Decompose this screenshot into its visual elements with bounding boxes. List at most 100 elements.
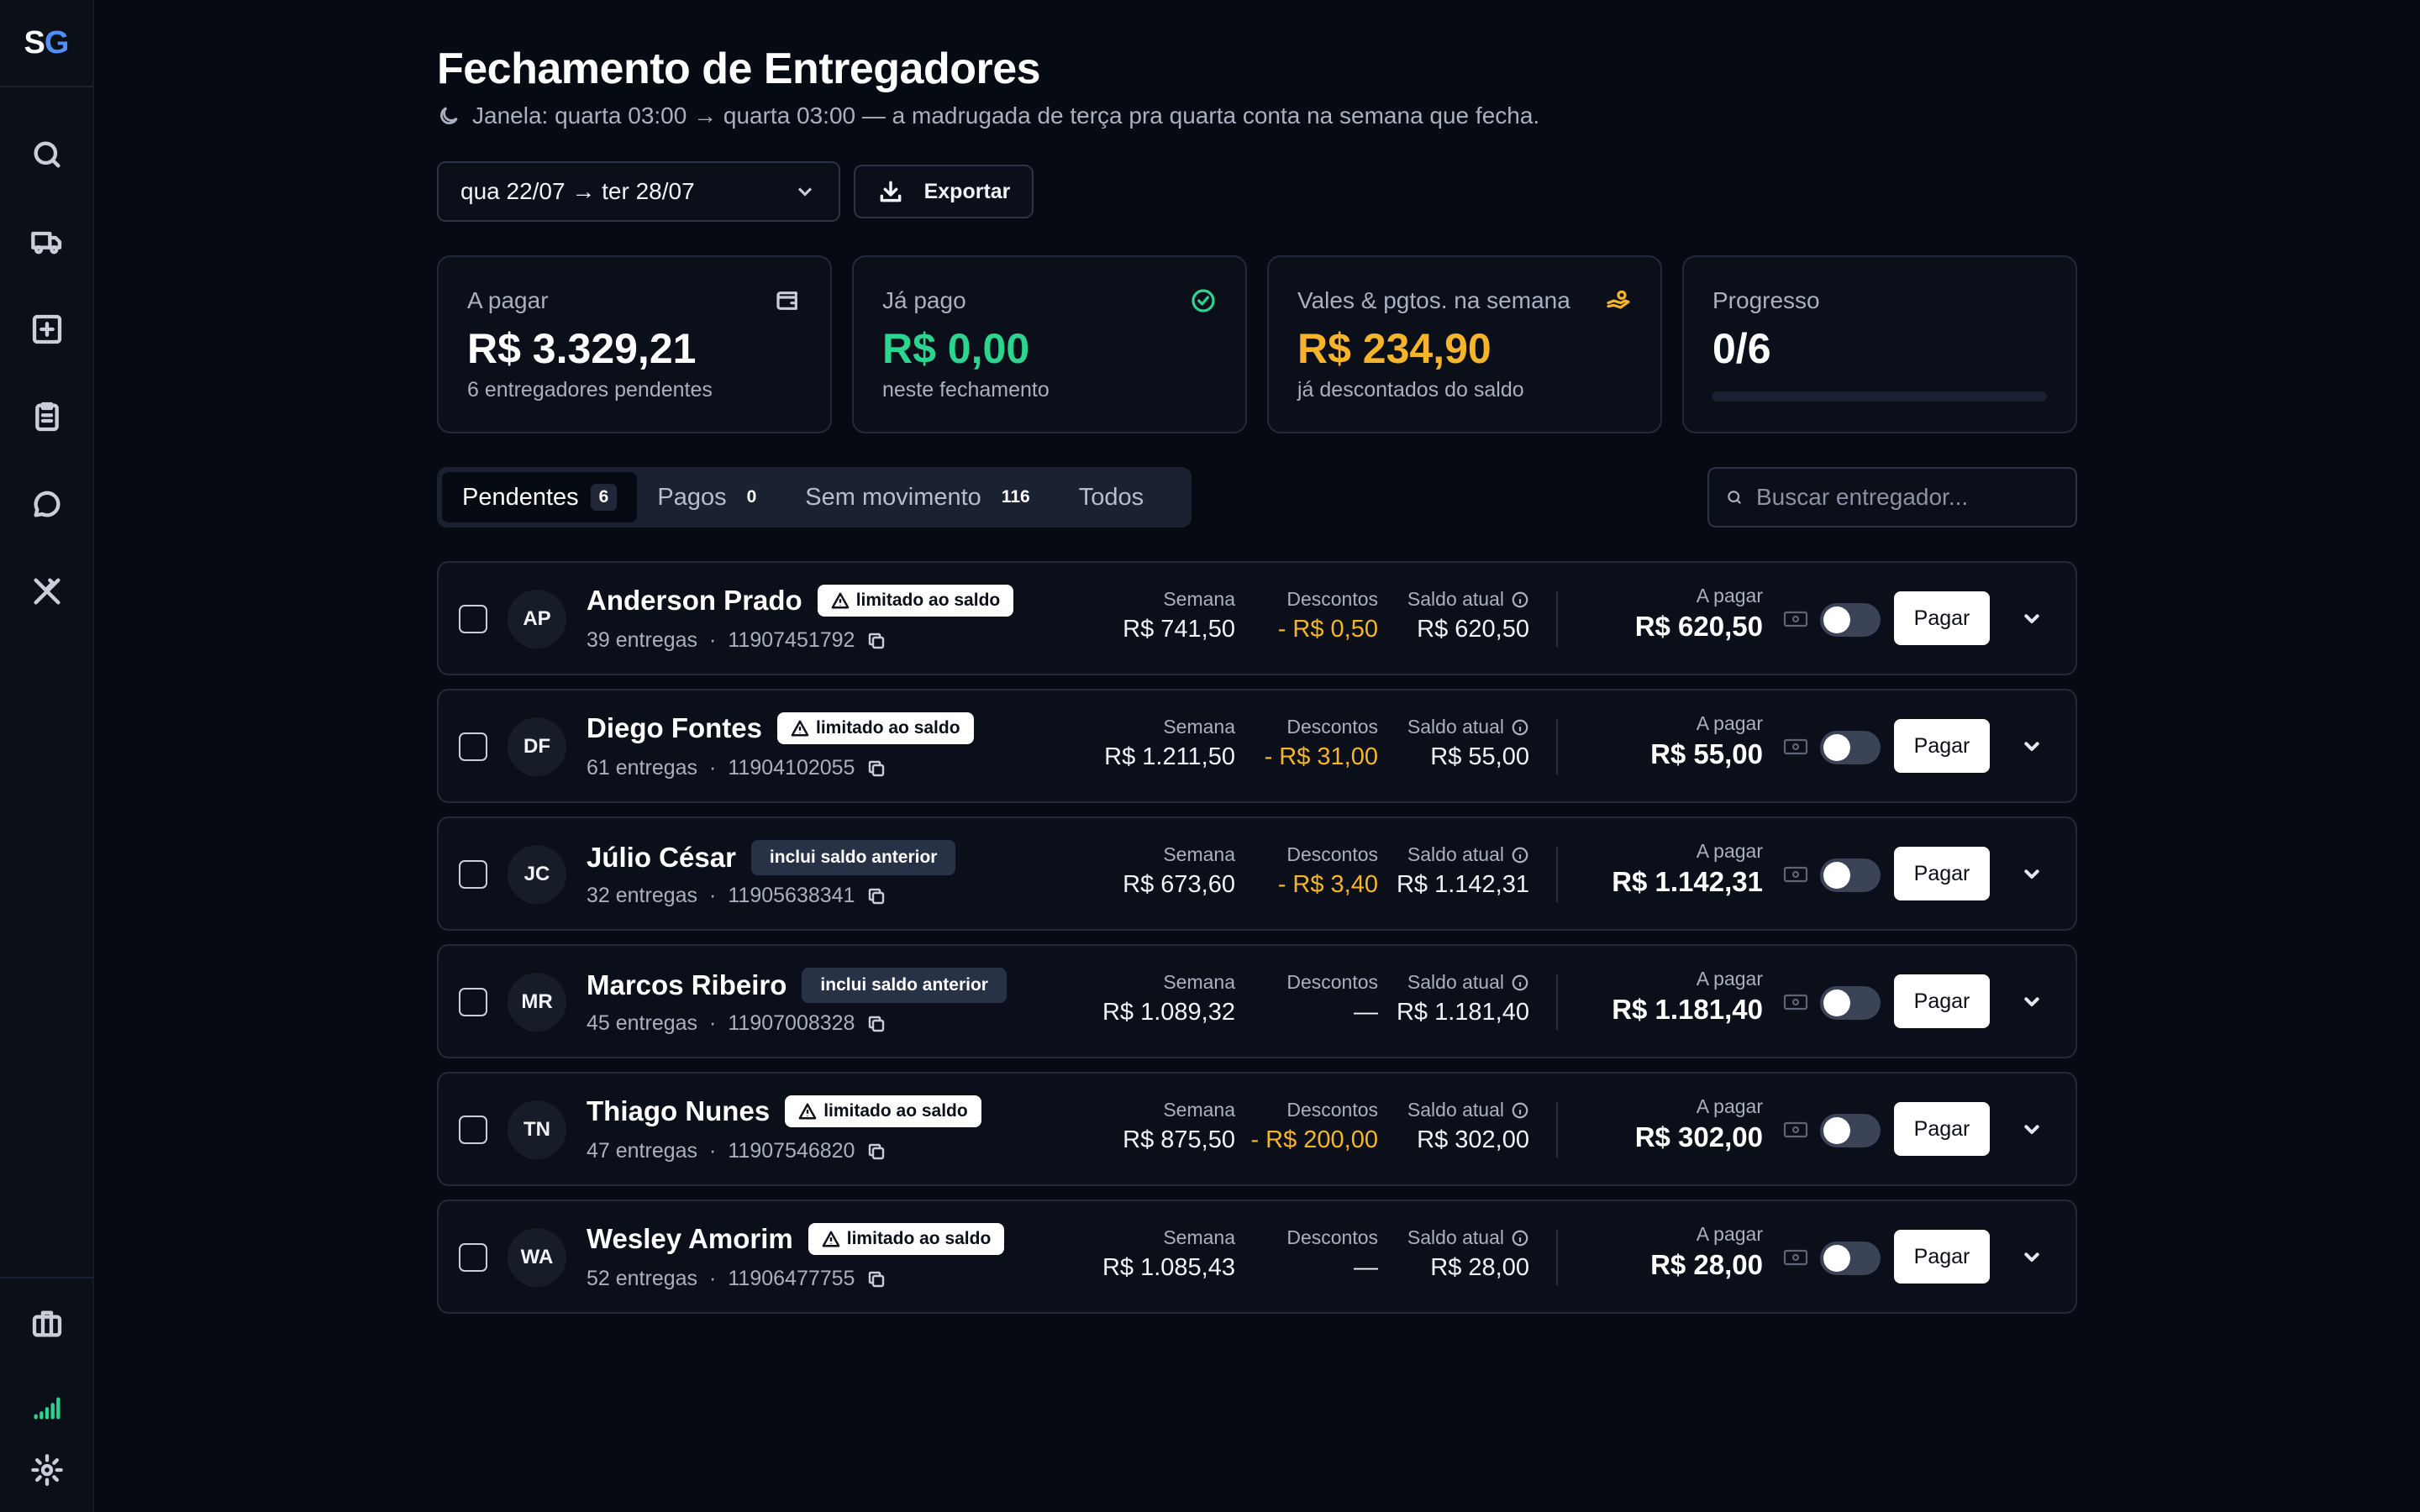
info-icon[interactable] — [1511, 1229, 1529, 1247]
tab-pendentes[interactable]: Pendentes 6 — [442, 472, 638, 522]
col-semana: Semana R$ 741,50 — [1123, 588, 1235, 643]
nav-restaurant[interactable] — [0, 564, 94, 618]
cash-toggle[interactable] — [1820, 1114, 1881, 1147]
stat-sub: 6 entregadores pendentes — [467, 378, 713, 402]
semana-label: Semana — [1163, 588, 1235, 610]
truck-icon — [31, 231, 62, 255]
saldo-value: R$ 55,00 — [1430, 743, 1529, 770]
row-checkbox[interactable] — [459, 1116, 487, 1144]
status-badge: limitado ao saldo — [808, 1223, 1005, 1255]
delivery-count: 47 entregas — [587, 1139, 698, 1163]
info-icon[interactable] — [1511, 974, 1529, 992]
info-icon[interactable] — [1511, 718, 1529, 737]
a-pagar-value: R$ 620,50 — [1634, 611, 1763, 642]
delivery-count: 52 entregas — [587, 1267, 698, 1290]
row-checkbox[interactable] — [459, 860, 487, 889]
expand-row-button[interactable] — [2018, 1243, 2045, 1270]
cash-toggle[interactable] — [1820, 858, 1881, 892]
copy-icon[interactable] — [866, 1142, 886, 1162]
nav-deliveries[interactable] — [0, 215, 94, 269]
toggle-knob — [1823, 990, 1850, 1016]
col-label: Saldo atual — [1407, 1226, 1529, 1249]
tab-todos[interactable]: Todos — [1059, 472, 1164, 522]
cash-toggle[interactable] — [1820, 1242, 1881, 1275]
a-pagar-label: A pagar — [1696, 840, 1763, 862]
semana-label: Semana — [1163, 971, 1235, 993]
tab-pagos[interactable]: Pagos 0 — [637, 472, 785, 522]
row-checkbox[interactable] — [459, 732, 487, 761]
copy-icon[interactable] — [866, 1014, 886, 1034]
pay-button[interactable]: Pagar — [1894, 974, 1990, 1028]
copy-icon[interactable] — [866, 759, 886, 779]
pay-button[interactable]: Pagar — [1894, 847, 1990, 900]
meta-separator: · — [709, 1011, 717, 1035]
search-input[interactable] — [1756, 484, 2059, 511]
courier-name: Marcos Ribeiro — [587, 969, 787, 1000]
copy-icon[interactable] — [866, 1269, 886, 1289]
info-icon[interactable] — [1511, 846, 1529, 864]
semana-value: R$ 1.085,43 — [1102, 1254, 1235, 1281]
info-icon[interactable] — [1511, 591, 1529, 609]
subtitle-text: Janela: quarta 03:00 → quarta 03:00 — a … — [472, 102, 1540, 129]
sidebar-divider — [0, 1277, 94, 1278]
clipboard-icon — [35, 402, 59, 432]
cash-toggle[interactable] — [1820, 986, 1881, 1020]
semana-label: Semana — [1163, 1226, 1235, 1248]
cash-icon — [1783, 608, 1808, 630]
info-icon[interactable] — [1511, 1101, 1529, 1120]
delivery-count: 39 entregas — [587, 628, 698, 652]
col-label: Descontos — [1278, 588, 1378, 611]
status-badge: limitado ao saldo — [817, 585, 1014, 617]
semana-value: R$ 1.089,32 — [1102, 999, 1235, 1026]
tab-sem-movimento[interactable]: Sem movimento 116 — [785, 472, 1058, 522]
courier-name: Thiago Nunes — [587, 1095, 771, 1126]
status-badge: limitado ao saldo — [777, 712, 974, 744]
avatar: TN — [508, 1100, 566, 1159]
nav-status[interactable] — [0, 1379, 94, 1433]
nav-chat[interactable] — [0, 477, 94, 531]
expand-row-button[interactable] — [2018, 732, 2045, 759]
toggle-knob — [1823, 734, 1850, 761]
row-checkbox[interactable] — [459, 1243, 487, 1272]
col-label: Descontos — [1286, 971, 1378, 994]
date-range-select[interactable]: qua 22/07 → ter 28/07 — [437, 161, 840, 222]
expand-row-button[interactable] — [2018, 860, 2045, 887]
pay-button[interactable]: Pagar — [1894, 1102, 1990, 1156]
saldo-label: Saldo atual — [1407, 971, 1504, 993]
pay-button[interactable]: Pagar — [1894, 1230, 1990, 1284]
descontos-label: Descontos — [1286, 971, 1378, 993]
a-pagar-label: A pagar — [1696, 712, 1763, 734]
row-checkbox[interactable] — [459, 988, 487, 1016]
cash-toggle[interactable] — [1820, 731, 1881, 764]
row-checkbox[interactable] — [459, 605, 487, 633]
expand-row-button[interactable] — [2018, 988, 2045, 1015]
stat-sub: já descontados do saldo — [1297, 378, 1524, 402]
expand-row-button[interactable] — [2018, 605, 2045, 632]
export-button[interactable]: Exportar — [854, 165, 1034, 218]
courier-meta: 47 entregas · 11907546820 — [587, 1139, 886, 1163]
col-label: Semana — [1123, 1099, 1235, 1121]
col-descontos: Descontos - R$ 200,00 — [1250, 1099, 1378, 1154]
tab-label: Sem movimento — [805, 483, 981, 511]
courier-name-line: Anderson Prado limitado ao saldo — [587, 585, 1014, 617]
stat-value: R$ 234,90 — [1297, 325, 1491, 372]
expand-row-button[interactable] — [2018, 1116, 2045, 1142]
saldo-value: R$ 1.142,31 — [1396, 871, 1529, 898]
semana-value: R$ 1.211,50 — [1104, 743, 1235, 770]
tab-label: Pendentes — [462, 483, 579, 511]
pay-button[interactable]: Pagar — [1894, 591, 1990, 645]
app-logo[interactable]: SG — [0, 0, 92, 87]
nav-settings[interactable] — [0, 1443, 94, 1497]
copy-icon[interactable] — [866, 631, 886, 651]
courier-name-line: Júlio César inclui saldo anterior — [587, 840, 956, 875]
nav-search[interactable] — [0, 128, 94, 181]
pay-button[interactable]: Pagar — [1894, 719, 1990, 773]
stat-label: Vales & pgtos. na semana — [1297, 287, 1570, 313]
cash-toggle[interactable] — [1820, 603, 1881, 637]
nav-business[interactable] — [0, 1297, 94, 1351]
courier-row: JC Júlio César inclui saldo anterior 32 … — [437, 816, 2077, 931]
copy-icon[interactable] — [866, 886, 886, 906]
courier-name-line: Marcos Ribeiro inclui saldo anterior — [587, 968, 1007, 1003]
nav-reports[interactable] — [0, 390, 94, 444]
nav-add[interactable] — [0, 302, 94, 356]
